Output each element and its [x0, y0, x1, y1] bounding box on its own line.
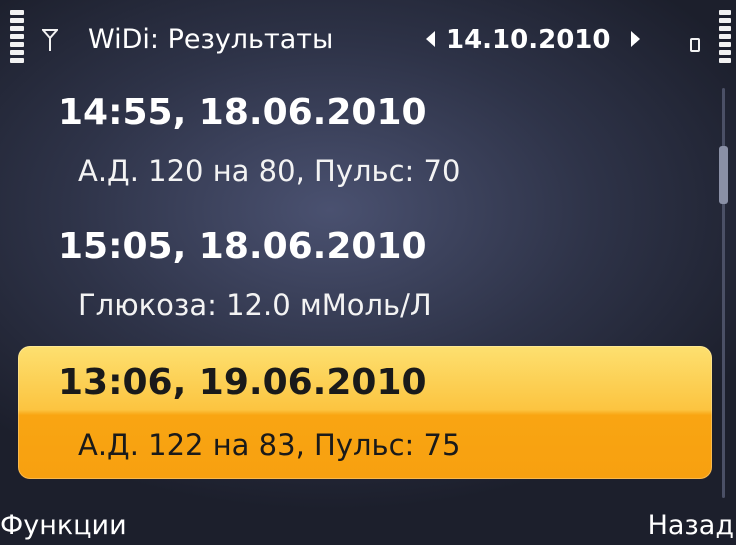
list-item[interactable]: 15:05, 18.06.2010 Глюкоза: 12.0 мМоль/Л: [18, 218, 712, 348]
result-detail: А.Д. 120 на 80, Пульс: 70: [78, 154, 461, 188]
date-navigator[interactable]: 14.10.2010: [424, 18, 654, 62]
signal-strength-icon: [10, 10, 30, 70]
current-date: 14.10.2010: [446, 25, 611, 55]
result-detail: А.Д. 122 на 83, Пульс: 75: [78, 428, 461, 462]
result-detail: Глюкоза: 12.0 мМоль/Л: [78, 288, 432, 322]
back-softkey[interactable]: Назад: [648, 506, 734, 545]
status-bar: WiDi: Результаты 14.10.2010: [0, 0, 736, 80]
arrow-right-icon[interactable]: [630, 29, 642, 49]
result-time: 14:55, 18.06.2010: [58, 92, 427, 133]
result-time: 13:06, 19.06.2010: [58, 362, 427, 403]
arrow-left-icon[interactable]: [424, 29, 436, 49]
phone-screen: WiDi: Результаты 14.10.2010 14:55, 18.06…: [0, 0, 736, 545]
scrollbar-thumb[interactable]: [719, 146, 728, 204]
results-list: 14:55, 18.06.2010 А.Д. 120 на 80, Пульс:…: [0, 80, 720, 490]
list-item[interactable]: 14:55, 18.06.2010 А.Д. 120 на 80, Пульс:…: [18, 84, 712, 214]
list-item-selected[interactable]: 13:06, 19.06.2010 А.Д. 122 на 83, Пульс:…: [18, 346, 712, 479]
lock-icon: [690, 38, 700, 52]
result-time: 15:05, 18.06.2010: [58, 226, 427, 267]
antenna-icon: [42, 29, 58, 51]
app-title: WiDi: Результаты: [88, 24, 334, 55]
battery-icon: [719, 10, 733, 70]
options-softkey[interactable]: Функции: [0, 506, 127, 545]
